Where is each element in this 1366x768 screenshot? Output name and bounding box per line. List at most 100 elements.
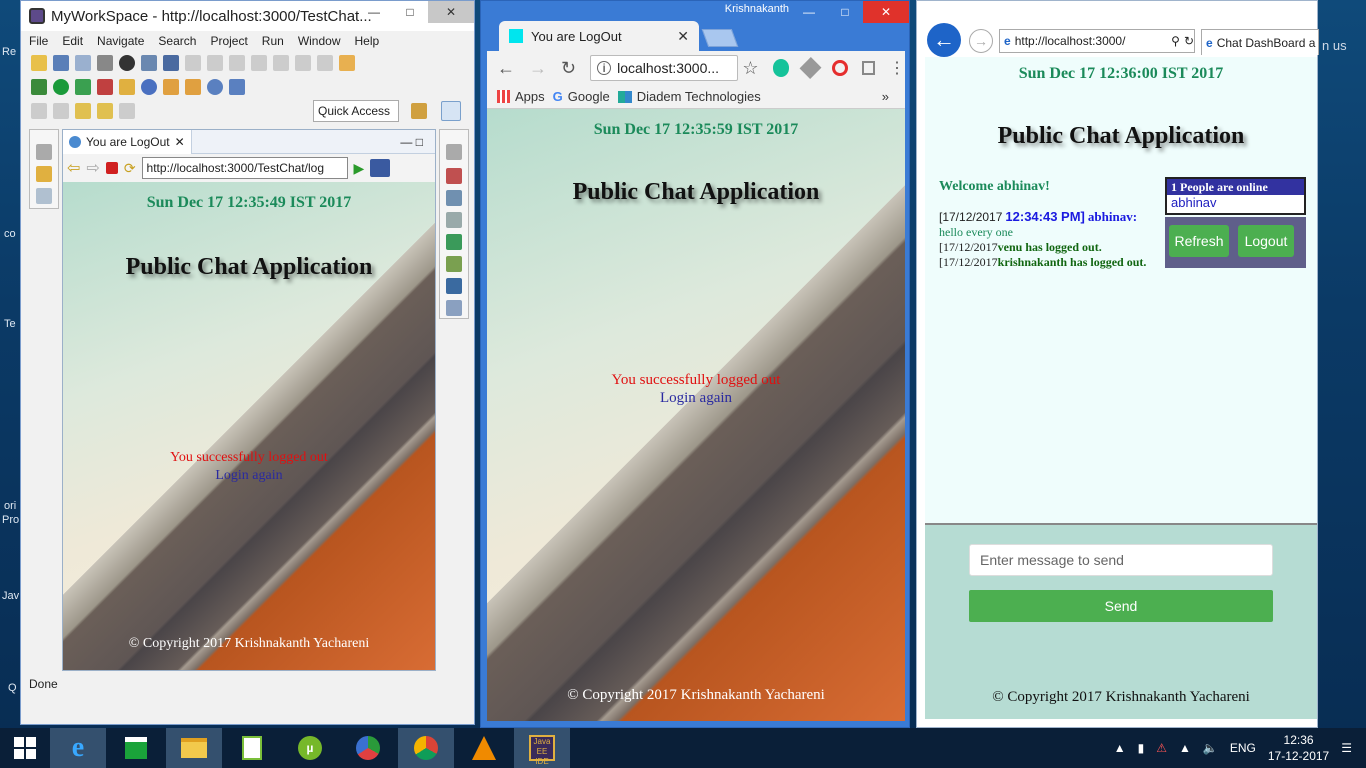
back-arrow-icon[interactable]: ← bbox=[927, 23, 961, 57]
java-ee-perspective-icon[interactable] bbox=[441, 101, 461, 121]
step-return-icon[interactable] bbox=[317, 55, 333, 71]
opera-icon[interactable] bbox=[832, 60, 848, 76]
refresh-icon[interactable]: ⟳ bbox=[124, 160, 136, 177]
menu-run[interactable]: Run bbox=[262, 34, 284, 48]
chrome-tab[interactable]: You are LogOut ✕ bbox=[499, 21, 699, 51]
minimize-button[interactable]: — bbox=[356, 1, 392, 23]
console-icon[interactable] bbox=[141, 55, 157, 71]
address-bar[interactable]: i localhost:3000... bbox=[590, 55, 739, 81]
forward-arrow-icon[interactable]: ⇨ bbox=[86, 158, 99, 178]
network-alert-icon[interactable]: ⚠ bbox=[1156, 741, 1167, 755]
use-step-filters-icon[interactable] bbox=[339, 55, 355, 71]
more-bookmarks-icon[interactable]: » bbox=[882, 89, 889, 104]
open-external-icon[interactable] bbox=[370, 159, 391, 177]
volume-icon[interactable]: 🔈 bbox=[1203, 741, 1218, 755]
bookmark-apps[interactable]: Apps bbox=[497, 89, 545, 104]
star-icon[interactable]: ☆ bbox=[742, 58, 758, 79]
show-hidden-icons-icon[interactable]: ▲ bbox=[1114, 741, 1126, 755]
clock[interactable]: 12:36 17-12-2017 bbox=[1268, 732, 1329, 764]
terminate-icon[interactable] bbox=[229, 55, 245, 71]
taskbar-ie[interactable]: e bbox=[50, 728, 106, 768]
back-icon[interactable] bbox=[97, 103, 113, 119]
restore-icon[interactable] bbox=[446, 144, 462, 160]
restore-icon[interactable] bbox=[36, 144, 52, 160]
search-icon[interactable]: ⚲ bbox=[1171, 34, 1180, 48]
grammarly-icon[interactable] bbox=[772, 59, 790, 77]
url-input[interactable]: http://localhost:3000/TestChat/log bbox=[141, 157, 348, 179]
taskbar-chrome[interactable] bbox=[398, 728, 454, 768]
send-button[interactable]: Send bbox=[969, 590, 1273, 622]
progress-icon[interactable] bbox=[446, 300, 462, 316]
taskbar-idm[interactable] bbox=[340, 728, 396, 768]
forward-arrow-icon[interactable]: → bbox=[969, 29, 993, 53]
reload-icon[interactable]: ↻ bbox=[561, 58, 576, 79]
new-project-icon[interactable] bbox=[119, 79, 135, 95]
new-tab-button[interactable] bbox=[701, 29, 739, 47]
close-icon[interactable]: ✕ bbox=[175, 135, 185, 149]
open-perspective-icon[interactable] bbox=[411, 103, 427, 119]
search-tool-icon[interactable] bbox=[229, 79, 245, 95]
taskbar-vlc[interactable] bbox=[456, 728, 512, 768]
debug-skip-icon[interactable] bbox=[163, 55, 179, 71]
project-explorer-icon[interactable] bbox=[36, 166, 52, 182]
taskbar-eclipse[interactable]: Java EE IDE bbox=[514, 728, 570, 768]
extension-icon[interactable] bbox=[799, 57, 822, 79]
taskbar-store[interactable] bbox=[108, 728, 164, 768]
taskbar-explorer[interactable] bbox=[166, 728, 222, 768]
markers-icon[interactable] bbox=[446, 168, 462, 184]
prev-annotation-icon[interactable] bbox=[53, 103, 69, 119]
refresh-button[interactable]: Refresh bbox=[1169, 225, 1229, 257]
profile-icon[interactable] bbox=[119, 55, 135, 71]
refresh-icon[interactable]: ↻ bbox=[1184, 34, 1194, 48]
close-icon[interactable]: ✕ bbox=[677, 28, 689, 45]
back-arrow-icon[interactable]: ⇦ bbox=[67, 158, 80, 178]
debug-icon[interactable] bbox=[31, 79, 47, 95]
external-tools-icon[interactable] bbox=[97, 79, 113, 95]
run-server-icon[interactable] bbox=[75, 79, 91, 95]
stop-icon[interactable] bbox=[105, 162, 118, 174]
properties-icon[interactable] bbox=[446, 190, 462, 206]
quick-access-input[interactable]: Quick Access bbox=[313, 100, 399, 122]
servers-icon[interactable] bbox=[446, 212, 462, 228]
menu-search[interactable]: Search bbox=[158, 34, 196, 48]
logout-button[interactable]: Logout bbox=[1238, 225, 1294, 257]
language-indicator[interactable]: ENG bbox=[1230, 741, 1256, 755]
new-class-icon[interactable] bbox=[141, 79, 157, 95]
login-again-link[interactable]: Login again bbox=[63, 468, 435, 484]
info-icon[interactable]: i bbox=[597, 61, 612, 75]
open-type-icon[interactable] bbox=[163, 79, 179, 95]
step-into-icon[interactable] bbox=[273, 55, 289, 71]
wifi-icon[interactable]: ▲ bbox=[1179, 741, 1191, 755]
menu-project[interactable]: Project bbox=[210, 34, 247, 48]
next-annotation-icon[interactable] bbox=[31, 103, 47, 119]
new-icon[interactable] bbox=[31, 55, 47, 71]
view-min-max-icons[interactable]: — □ bbox=[400, 135, 423, 149]
maximize-button[interactable]: □ bbox=[392, 1, 428, 23]
console-icon[interactable] bbox=[446, 278, 462, 294]
menu-file[interactable]: File bbox=[29, 34, 48, 48]
print-icon[interactable] bbox=[97, 55, 113, 71]
message-input[interactable]: Enter message to send bbox=[969, 544, 1273, 576]
cast-icon[interactable] bbox=[861, 61, 875, 75]
menu-navigate[interactable]: Navigate bbox=[97, 34, 144, 48]
tab-logout[interactable]: You are LogOut ✕ bbox=[63, 130, 192, 154]
step-over-icon[interactable] bbox=[295, 55, 311, 71]
resume-icon[interactable] bbox=[185, 55, 201, 71]
save-all-icon[interactable] bbox=[75, 55, 91, 71]
open-task-icon[interactable] bbox=[185, 79, 201, 95]
menu-window[interactable]: Window bbox=[298, 34, 341, 48]
data-source-icon[interactable] bbox=[446, 234, 462, 250]
suspend-icon[interactable] bbox=[207, 55, 223, 71]
battery-icon[interactable]: ▮ bbox=[1138, 741, 1145, 755]
run-icon[interactable] bbox=[53, 79, 69, 95]
menu-kebab-icon[interactable]: ⋮ bbox=[889, 58, 905, 78]
save-icon[interactable] bbox=[53, 55, 69, 71]
close-button[interactable]: ✕ bbox=[428, 1, 474, 23]
taskbar-notepadpp[interactable] bbox=[224, 728, 280, 768]
go-icon[interactable]: ▶ bbox=[354, 160, 365, 177]
start-button[interactable] bbox=[0, 728, 50, 768]
back-arrow-icon[interactable]: ← bbox=[497, 58, 515, 79]
disconnect-icon[interactable] bbox=[251, 55, 267, 71]
snippets-icon[interactable] bbox=[446, 256, 462, 272]
menu-help[interactable]: Help bbox=[355, 34, 380, 48]
